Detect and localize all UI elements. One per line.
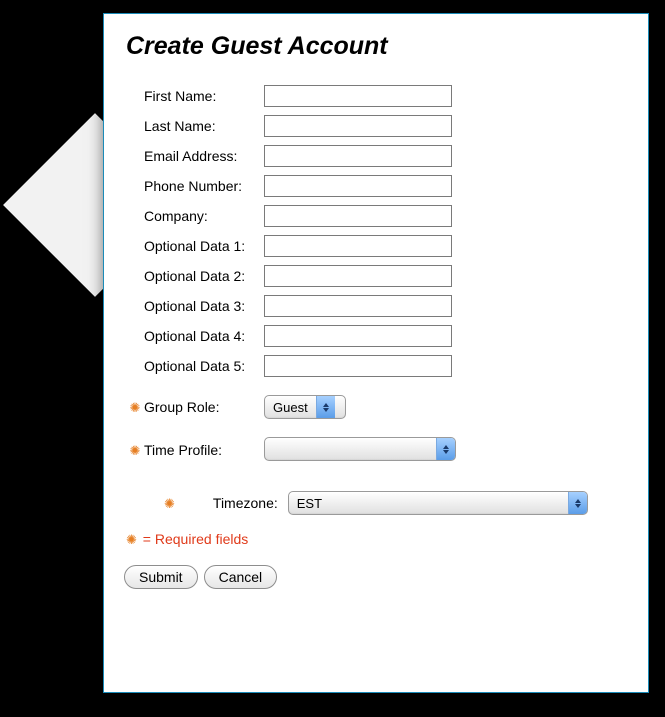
row-opt5: Optional Data 5: <box>126 355 626 377</box>
opt3-label: Optional Data 3: <box>144 298 264 314</box>
opt3-input[interactable] <box>264 295 452 317</box>
stepper-icon <box>568 492 587 514</box>
group-role-select[interactable]: Guest <box>264 395 346 419</box>
first-name-label: First Name: <box>144 88 264 104</box>
row-opt3: Optional Data 3: <box>126 295 626 317</box>
group-role-value: Guest <box>265 396 316 418</box>
row-timezone: ✺ Timezone: EST <box>126 491 626 515</box>
required-icon: ✺ <box>126 532 137 547</box>
timezone-value: EST <box>289 492 568 514</box>
button-bar: Submit Cancel <box>124 565 626 589</box>
phone-input[interactable] <box>264 175 452 197</box>
opt2-input[interactable] <box>264 265 452 287</box>
legend-text: = Required fields <box>143 531 248 547</box>
email-input[interactable] <box>264 145 452 167</box>
required-icon: ✺ <box>130 444 141 457</box>
row-group-role: ✺ Group Role: Guest <box>126 395 626 419</box>
company-label: Company: <box>144 208 264 224</box>
cancel-button[interactable]: Cancel <box>204 565 278 589</box>
row-email: Email Address: <box>126 145 626 167</box>
timezone-select[interactable]: EST <box>288 491 588 515</box>
row-phone: Phone Number: <box>126 175 626 197</box>
stepper-icon <box>436 438 455 460</box>
required-icon: ✺ <box>164 497 175 510</box>
timezone-label: Timezone: <box>175 495 288 511</box>
opt1-label: Optional Data 1: <box>144 238 264 254</box>
opt5-label: Optional Data 5: <box>144 358 264 374</box>
submit-button[interactable]: Submit <box>124 565 198 589</box>
opt4-input[interactable] <box>264 325 452 347</box>
row-opt2: Optional Data 2: <box>126 265 626 287</box>
last-name-input[interactable] <box>264 115 452 137</box>
required-fields-legend: ✺ = Required fields <box>126 531 626 547</box>
email-label: Email Address: <box>144 148 264 164</box>
time-profile-select[interactable] <box>264 437 456 461</box>
opt4-label: Optional Data 4: <box>144 328 264 344</box>
opt5-input[interactable] <box>264 355 452 377</box>
group-role-label: Group Role: <box>144 399 264 415</box>
opt1-input[interactable] <box>264 235 452 257</box>
time-profile-value <box>265 438 436 460</box>
required-icon: ✺ <box>130 401 141 414</box>
first-name-input[interactable] <box>264 85 452 107</box>
row-first-name: First Name: <box>126 85 626 107</box>
stepper-icon <box>316 396 335 418</box>
row-company: Company: <box>126 205 626 227</box>
time-profile-label: Time Profile: <box>144 442 264 458</box>
page-title: Create Guest Account <box>126 32 626 61</box>
row-last-name: Last Name: <box>126 115 626 137</box>
row-opt4: Optional Data 4: <box>126 325 626 347</box>
create-guest-account-panel: Create Guest Account First Name: Last Na… <box>103 13 649 693</box>
last-name-label: Last Name: <box>144 118 264 134</box>
company-input[interactable] <box>264 205 452 227</box>
row-opt1: Optional Data 1: <box>126 235 626 257</box>
opt2-label: Optional Data 2: <box>144 268 264 284</box>
phone-label: Phone Number: <box>144 178 264 194</box>
row-time-profile: ✺ Time Profile: <box>126 437 626 463</box>
